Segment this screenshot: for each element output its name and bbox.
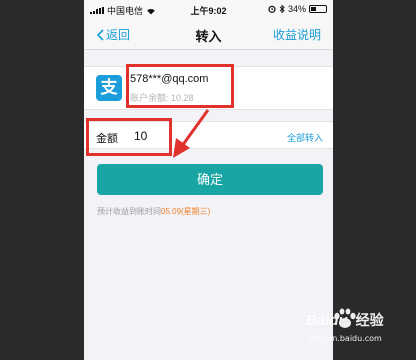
watermark-jingyan: 经验 xyxy=(355,312,384,328)
watermark-text: Baidu 经验 xyxy=(306,310,384,330)
transfer-all-link[interactable]: 全部转入 xyxy=(287,131,323,144)
baidu-watermark: Baidu 经验 jingyan.baidu.com xyxy=(306,308,406,354)
bluetooth-icon xyxy=(279,5,285,13)
alarm-icon xyxy=(268,5,276,13)
highlight-account-box xyxy=(126,64,234,108)
earnings-info-link[interactable]: 收益说明 xyxy=(273,26,321,43)
status-bar: 中国电信 上午9:02 34% xyxy=(84,0,333,18)
highlight-amount-box xyxy=(86,118,172,156)
phone-screen: 中国电信 上午9:02 34% 返回 转入 收益说明 支 578***@qq.c… xyxy=(84,0,333,360)
watermark-brand: Baidu xyxy=(306,311,348,329)
battery-percent: 34% xyxy=(287,4,306,14)
confirm-button[interactable]: 确定 xyxy=(97,164,323,195)
status-right: 34% xyxy=(268,4,327,14)
nav-bar: 返回 转入 收益说明 xyxy=(84,18,333,50)
battery-fill xyxy=(311,7,316,11)
alipay-logo-icon: 支 xyxy=(96,75,122,101)
hint-date: 05.09(星期三) xyxy=(161,207,211,216)
annotation-arrow-icon xyxy=(173,109,210,158)
battery-icon xyxy=(309,5,327,13)
hint-prefix: 预计收益到账时间 xyxy=(97,207,161,216)
earnings-time-hint: 预计收益到账时间05.09(星期三) xyxy=(97,206,210,217)
watermark-url: jingyan.baidu.com xyxy=(308,334,382,343)
